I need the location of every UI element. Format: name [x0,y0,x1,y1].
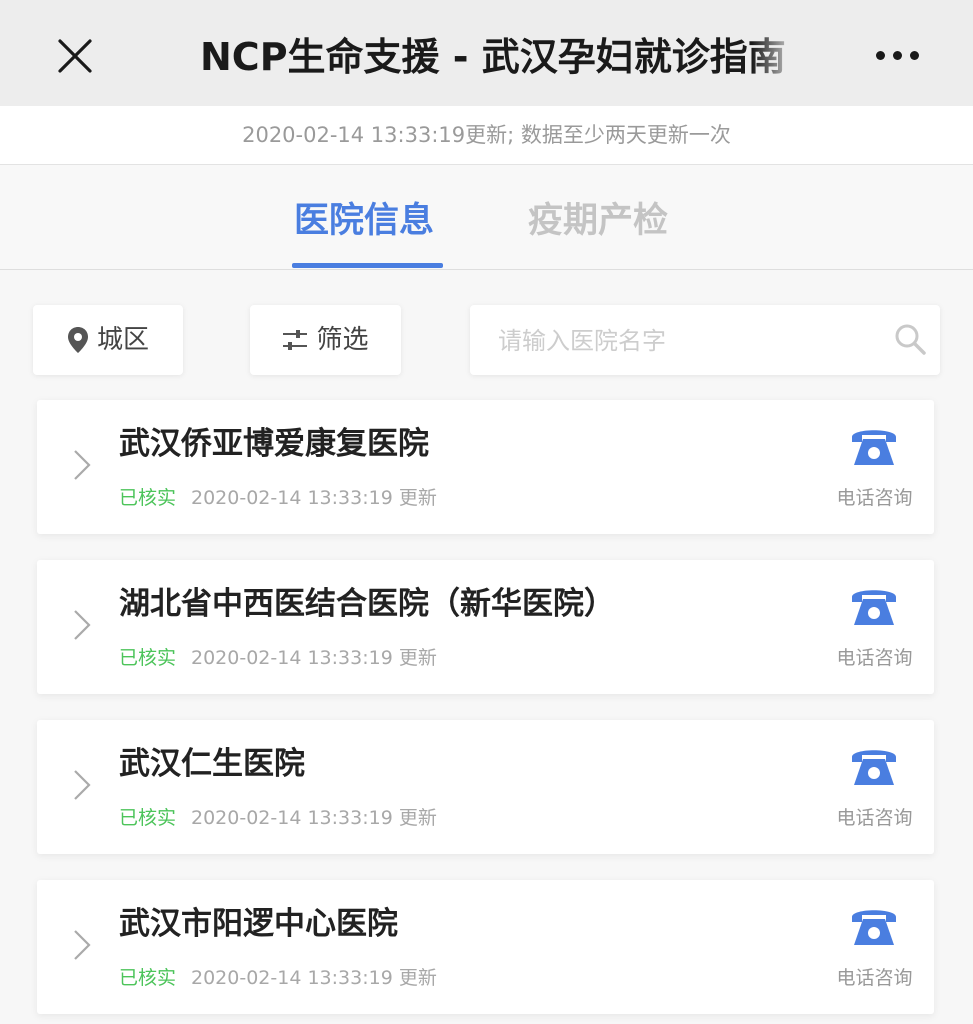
hospital-name: 武汉侨亚博爱康复医院 [119,426,429,462]
phone-icon[interactable] [849,581,899,631]
district-filter-button[interactable]: 城区 [33,305,183,375]
tab-hospital-info[interactable]: 医院信息 [294,195,434,247]
updated-time: 2020-02-14 13:33:19 更新 [191,967,437,989]
search-input[interactable] [496,305,880,377]
verified-badge: 已核实 [119,807,177,829]
chevron-right-icon [74,610,91,640]
phone-icon[interactable] [849,741,899,791]
hospital-card[interactable]: 武汉侨亚博爱康复医院 已核实 2020-02-14 13:33:19 更新 电话… [37,400,934,534]
updated-time: 2020-02-14 13:33:19 更新 [191,647,437,669]
search-icon[interactable] [892,321,928,357]
tab-prenatal-checkup[interactable]: 疫期产检 [528,195,668,247]
phone-icon[interactable] [849,421,899,471]
chevron-right-icon [74,930,91,960]
verified-badge: 已核实 [119,487,177,509]
verified-badge: 已核实 [119,647,177,669]
updated-time: 2020-02-14 13:33:19 更新 [191,807,437,829]
hospital-card[interactable]: 湖北省中西医结合医院（新华医院） 已核实 2020-02-14 13:33:19… [37,560,934,694]
hospital-card[interactable]: 武汉市阳逻中心医院 已核实 2020-02-14 13:33:19 更新 电话咨… [37,880,934,1014]
hospital-name: 武汉仁生医院 [119,746,305,782]
search-box [470,305,940,377]
top-bar: NCP生命支援 - 武汉孕妇就诊指南 [0,0,973,106]
phone-consult-label[interactable]: 电话咨询 [827,644,922,672]
hospital-card[interactable]: 武汉仁生医院 已核实 2020-02-14 13:33:19 更新 电话咨询 [37,720,934,854]
district-filter-label: 城区 [96,325,149,355]
chevron-right-icon [74,770,91,800]
hospital-name: 武汉市阳逻中心医院 [119,906,398,942]
phone-consult-label[interactable]: 电话咨询 [827,964,922,992]
more-icon[interactable] [872,45,924,67]
page-title: NCP生命支援 - 武汉孕妇就诊指南 [200,35,786,79]
tab-bar: 医院信息 疫期产检 [0,165,973,270]
chevron-right-icon [74,450,91,480]
location-pin-icon [67,327,88,353]
filter-label: 筛选 [316,325,369,355]
sliders-icon [283,330,308,350]
phone-consult-label[interactable]: 电话咨询 [827,804,922,832]
phone-consult-label[interactable]: 电话咨询 [827,484,922,512]
close-icon[interactable] [52,33,98,79]
updated-time: 2020-02-14 13:33:19 更新 [191,487,437,509]
active-tab-indicator [292,263,443,268]
phone-icon[interactable] [849,901,899,951]
update-notice: 2020-02-14 13:33:19更新; 数据至少两天更新一次 [0,106,973,165]
filter-button[interactable]: 筛选 [250,305,401,375]
verified-badge: 已核实 [119,967,177,989]
hospital-name: 湖北省中西医结合医院（新华医院） [119,586,615,622]
